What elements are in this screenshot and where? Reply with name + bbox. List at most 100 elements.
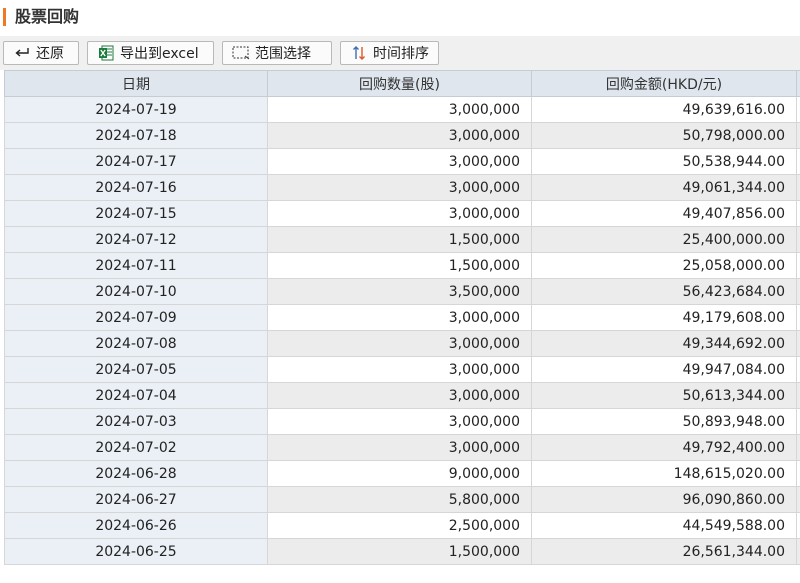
date-cell: 2024-06-28 — [4, 460, 268, 487]
table-row[interactable]: 2024-07-09 3,000,000 49,179,608.00 — [4, 304, 800, 331]
table-row[interactable]: 2024-06-26 2,500,000 44,549,588.00 — [4, 512, 800, 539]
table-row[interactable]: 2024-07-08 3,000,000 49,344,692.00 — [4, 330, 800, 357]
export-excel-button[interactable]: 导出到excel — [87, 41, 214, 65]
quantity-cell: 3,000,000 — [267, 304, 532, 331]
date-cell: 2024-07-18 — [4, 122, 268, 149]
amount-cell: 49,061,344.00 — [531, 174, 797, 201]
date-cell: 2024-07-12 — [4, 226, 268, 253]
amount-cell: 44,549,588.00 — [531, 512, 797, 539]
quantity-cell: 1,500,000 — [267, 252, 532, 279]
date-cell: 2024-07-04 — [4, 382, 268, 409]
table-row[interactable]: 2024-07-17 3,000,000 50,538,944.00 — [4, 148, 800, 175]
table-row[interactable]: 2024-06-27 5,800,000 96,090,860.00 — [4, 486, 800, 513]
range-select-button[interactable]: 范围选择 — [222, 41, 332, 65]
amount-cell: 25,058,000.00 — [531, 252, 797, 279]
date-cell: 2024-06-26 — [4, 512, 268, 539]
overflow-cell — [796, 252, 800, 279]
date-cell: 2024-07-09 — [4, 304, 268, 331]
overflow-cell — [796, 330, 800, 357]
overflow-cell — [796, 538, 800, 565]
buyback-table-container[interactable]: 日期 回购数量(股) 回购金额(HKD/元) 2024-07-19 3,000,0… — [4, 70, 800, 583]
amount-cell: 50,538,944.00 — [531, 148, 797, 175]
amount-cell: 50,798,000.00 — [531, 122, 797, 149]
overflow-cell — [796, 408, 800, 435]
table-body: 2024-07-19 3,000,000 49,639,616.00 2024-07-… — [4, 96, 800, 565]
overflow-cell — [796, 200, 800, 227]
date-cell: 2024-07-16 — [4, 174, 268, 201]
date-cell: 2024-06-25 — [4, 538, 268, 565]
amount-cell: 56,423,684.00 — [531, 278, 797, 305]
column-header-quantity[interactable]: 回购数量(股) — [267, 70, 532, 97]
return-arrow-icon — [13, 44, 31, 62]
date-cell: 2024-06-27 — [4, 486, 268, 513]
table-row[interactable]: 2024-06-28 9,000,000 148,615,020.00 — [4, 460, 800, 487]
table-row[interactable]: 2024-07-19 3,000,000 49,639,616.00 — [4, 96, 800, 123]
quantity-cell: 1,500,000 — [267, 538, 532, 565]
quantity-cell: 3,000,000 — [267, 96, 532, 123]
table-row[interactable]: 2024-07-04 3,000,000 50,613,344.00 — [4, 382, 800, 409]
quantity-cell: 2,500,000 — [267, 512, 532, 539]
quantity-cell: 3,000,000 — [267, 408, 532, 435]
table-row[interactable]: 2024-07-15 3,000,000 49,407,856.00 — [4, 200, 800, 227]
table-header-row: 日期 回购数量(股) 回购金额(HKD/元) — [4, 70, 800, 97]
table-row[interactable]: 2024-07-12 1,500,000 25,400,000.00 — [4, 226, 800, 253]
date-cell: 2024-07-10 — [4, 278, 268, 305]
column-header-amount[interactable]: 回购金额(HKD/元) — [531, 70, 797, 97]
column-header-overflow — [796, 70, 800, 97]
table-row[interactable]: 2024-07-05 3,000,000 49,947,084.00 — [4, 356, 800, 383]
quantity-cell: 5,800,000 — [267, 486, 532, 513]
overflow-cell — [796, 356, 800, 383]
column-header-date[interactable]: 日期 — [4, 70, 268, 97]
date-cell: 2024-07-15 — [4, 200, 268, 227]
quantity-cell: 3,000,000 — [267, 148, 532, 175]
overflow-cell — [796, 486, 800, 513]
overflow-cell — [796, 512, 800, 539]
table-row[interactable]: 2024-06-25 1,500,000 26,561,344.00 — [4, 538, 800, 565]
table-row[interactable]: 2024-07-02 3,000,000 49,792,400.00 — [4, 434, 800, 461]
date-cell: 2024-07-02 — [4, 434, 268, 461]
buyback-table: 日期 回购数量(股) 回购金额(HKD/元) 2024-07-19 3,000,0… — [4, 70, 800, 565]
date-cell: 2024-07-08 — [4, 330, 268, 357]
table-row[interactable]: 2024-07-11 1,500,000 25,058,000.00 — [4, 252, 800, 279]
overflow-cell — [796, 226, 800, 253]
table-row[interactable]: 2024-07-18 3,000,000 50,798,000.00 — [4, 122, 800, 149]
amount-cell: 49,792,400.00 — [531, 434, 797, 461]
excel-icon — [97, 44, 115, 62]
range-label: 范围选择 — [255, 46, 311, 62]
table-row[interactable]: 2024-07-16 3,000,000 49,061,344.00 — [4, 174, 800, 201]
quantity-cell: 3,000,000 — [267, 200, 532, 227]
amount-cell: 50,613,344.00 — [531, 382, 797, 409]
amount-cell: 96,090,860.00 — [531, 486, 797, 513]
restore-label: 还原 — [36, 46, 64, 62]
overflow-cell — [796, 304, 800, 331]
date-cell: 2024-07-11 — [4, 252, 268, 279]
amount-cell: 49,947,084.00 — [531, 356, 797, 383]
amount-cell: 148,615,020.00 — [531, 460, 797, 487]
time-sort-button[interactable]: 时间排序 — [340, 41, 439, 65]
amount-cell: 49,344,692.00 — [531, 330, 797, 357]
date-cell: 2024-07-17 — [4, 148, 268, 175]
table-row[interactable]: 2024-07-10 3,500,000 56,423,684.00 — [4, 278, 800, 305]
quantity-cell: 3,000,000 — [267, 356, 532, 383]
amount-cell: 25,400,000.00 — [531, 226, 797, 253]
amount-cell: 49,407,856.00 — [531, 200, 797, 227]
quantity-cell: 3,000,000 — [267, 434, 532, 461]
overflow-cell — [796, 148, 800, 175]
date-cell: 2024-07-19 — [4, 96, 268, 123]
quantity-cell: 3,500,000 — [267, 278, 532, 305]
table-row[interactable]: 2024-07-03 3,000,000 50,893,948.00 — [4, 408, 800, 435]
page-title: 股票回购 — [15, 7, 80, 26]
amount-cell: 50,893,948.00 — [531, 408, 797, 435]
restore-button[interactable]: 还原 — [3, 41, 79, 65]
amount-cell: 49,639,616.00 — [531, 96, 797, 123]
quantity-cell: 1,500,000 — [267, 226, 532, 253]
overflow-cell — [796, 122, 800, 149]
toolbar: 还原 导出到excel 范围选择 时间排序 — [0, 36, 800, 70]
overflow-cell — [796, 278, 800, 305]
quantity-cell: 3,000,000 — [267, 330, 532, 357]
quantity-cell: 3,000,000 — [267, 382, 532, 409]
date-cell: 2024-07-05 — [4, 356, 268, 383]
dashed-selection-icon — [232, 44, 250, 62]
quantity-cell: 3,000,000 — [267, 174, 532, 201]
export-label: 导出到excel — [120, 46, 199, 62]
